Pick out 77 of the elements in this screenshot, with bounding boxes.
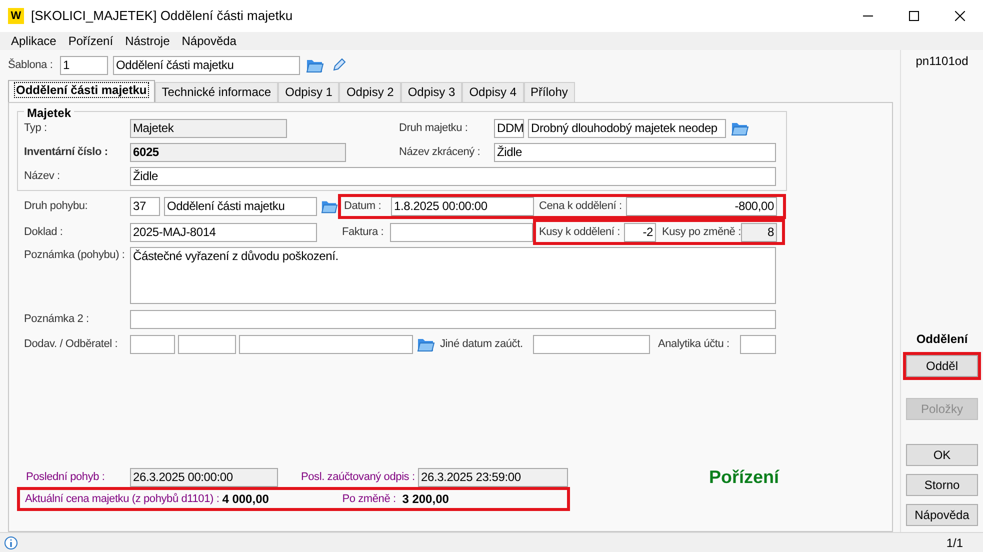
menu-item[interactable]: Nástroje <box>119 32 176 50</box>
status-text: Pořízení <box>709 466 780 488</box>
field-label: Druh majetku : <box>399 120 469 136</box>
text-field[interactable]: -800,00 <box>626 196 777 216</box>
field-label: Posl. zaúčtovaný odpis : <box>301 470 416 485</box>
text-field[interactable]: Drobný dlouhodobý majetek neodep <box>528 118 726 138</box>
text-field[interactable]: 8 <box>741 222 777 242</box>
field-label: Inventární číslo : <box>24 144 109 160</box>
text-field[interactable]: -2 <box>624 222 656 242</box>
text-field[interactable]: Majetek <box>130 118 287 138</box>
action-button[interactable]: Nápověda <box>906 504 978 526</box>
field-label: Název : <box>24 168 61 184</box>
text-field[interactable] <box>740 334 776 354</box>
folder-icon[interactable] <box>731 120 749 136</box>
tab[interactable]: Technické informace <box>154 82 278 102</box>
field-label: Doklad : <box>24 224 64 240</box>
tab[interactable]: Oddělení části majetku <box>8 80 155 102</box>
section-title: Oddělení <box>916 331 968 348</box>
menu-item[interactable]: Aplikace <box>5 32 62 50</box>
tab[interactable]: Odpisy 4 <box>462 82 524 102</box>
text-field[interactable]: 1.8.2025 00:00:00 <box>391 196 534 216</box>
field-label: Faktura : <box>342 224 385 240</box>
field-label: Aktuální cena majetku (z pohybů d1101) : <box>25 492 220 507</box>
field-label: Poslední pohyb : <box>26 470 106 485</box>
tab[interactable]: Odpisy 3 <box>400 82 462 102</box>
action-button[interactable]: Odděl <box>906 355 978 377</box>
field-label: Cena k oddělení : <box>539 198 623 214</box>
text-field[interactable] <box>130 334 175 354</box>
page-counter: 1/1 <box>946 534 963 552</box>
text-field[interactable]: Židle <box>130 166 776 186</box>
field-label: Dodav. / Odběratel : <box>24 336 119 352</box>
field-label: Jiné datum zaúčt. <box>440 336 524 352</box>
field-label: Analytika účtu : <box>658 336 730 352</box>
text-field[interactable]: 2025-MAJ-8014 <box>130 222 317 242</box>
field-label: Typ : <box>24 120 48 136</box>
tab[interactable]: Odpisy 2 <box>339 82 401 102</box>
text-field[interactable]: 1 <box>60 56 108 74</box>
text-field[interactable] <box>390 222 533 242</box>
folder-icon[interactable] <box>417 336 435 352</box>
action-button[interactable]: OK <box>906 444 978 466</box>
tab[interactable]: Přílohy <box>524 82 575 102</box>
value-text: 4 000,00 <box>222 491 270 508</box>
folder-icon[interactable] <box>306 57 324 73</box>
tab[interactable]: Odpisy 1 <box>278 82 340 102</box>
form-code: pn1101od <box>916 53 968 70</box>
text-field[interactable]: 37 <box>130 196 160 216</box>
text-field[interactable]: Oddělení části majetku <box>113 56 300 74</box>
text-field[interactable]: 26.3.2025 23:59:00 <box>418 468 568 486</box>
field-label: Kusy po změně : <box>662 224 741 240</box>
field-label: Kusy k oddělení : <box>539 224 621 240</box>
text-field[interactable] <box>178 334 236 354</box>
text-field[interactable]: 26.3.2025 00:00:00 <box>130 468 278 486</box>
text-field[interactable]: DDM <box>494 118 524 138</box>
field-label: Název zkrácený : <box>399 144 482 160</box>
close-icon <box>955 11 965 21</box>
text-field[interactable] <box>239 334 413 354</box>
menu-item[interactable]: Nápověda <box>176 32 242 50</box>
menu-item[interactable]: Pořízení <box>62 32 120 50</box>
text-field[interactable] <box>130 310 776 328</box>
app-logo: W <box>8 8 24 24</box>
value-text: 3 200,00 <box>402 491 449 508</box>
info-icon[interactable] <box>4 536 18 550</box>
field-label: Šablona : <box>8 57 54 73</box>
text-field[interactable]: 6025 <box>130 142 346 162</box>
text-field[interactable] <box>533 334 650 354</box>
text-field[interactable]: Oddělení části majetku <box>164 196 317 216</box>
field-label: Poznámka 2 : <box>24 312 90 327</box>
window-title: [SKOLICI_MAJETEK] Oddělení části majetku <box>31 7 293 26</box>
action-button[interactable]: Storno <box>906 474 978 496</box>
field-label: Po změně : <box>342 492 397 507</box>
field-label: Poznámka (pohybu) : <box>24 248 126 263</box>
text-field[interactable]: Židle <box>494 142 776 162</box>
text-area[interactable]: Částečné vyřazení z důvodu poškození. <box>130 247 776 304</box>
pencil-icon[interactable] <box>332 58 346 72</box>
maximize-icon <box>909 11 919 21</box>
field-label: Druh pohybu: <box>24 198 89 214</box>
field-label: Datum : <box>344 198 382 214</box>
